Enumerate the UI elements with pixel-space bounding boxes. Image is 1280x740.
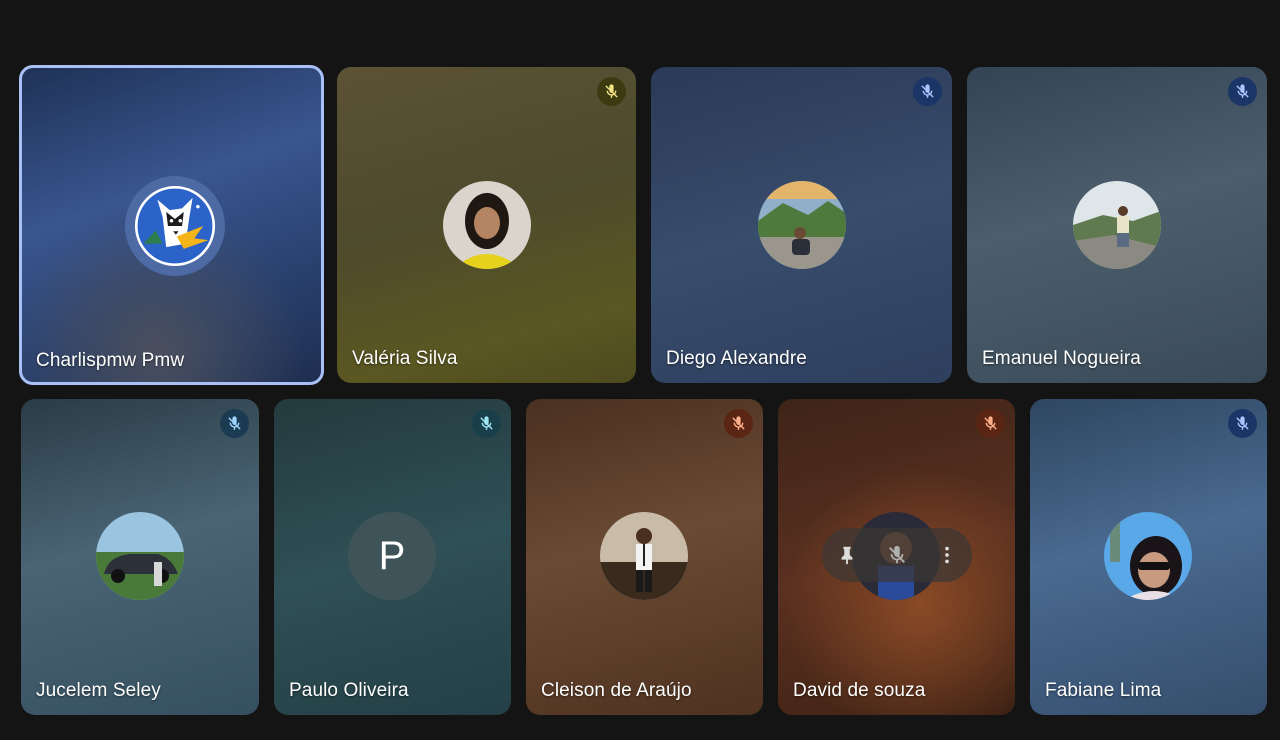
participant-name: Fabiane Lima bbox=[1045, 680, 1162, 701]
more-options-icon[interactable] bbox=[922, 528, 972, 582]
participant-name: David de souza bbox=[793, 680, 926, 701]
avatar-photo-car bbox=[96, 512, 184, 600]
participant-tile-valeria[interactable]: Valéria Silva bbox=[337, 67, 636, 383]
participant-tile-fabiane[interactable]: Fabiane Lima bbox=[1030, 399, 1267, 715]
avatar-letter: P bbox=[348, 512, 436, 600]
muted-mic-icon bbox=[1228, 77, 1257, 106]
pin-icon[interactable] bbox=[822, 528, 872, 582]
muted-mic-icon bbox=[597, 77, 626, 106]
muted-mic-icon bbox=[913, 77, 942, 106]
muted-mic-icon bbox=[1228, 409, 1257, 438]
participant-tile-diego[interactable]: Diego Alexandre bbox=[651, 67, 952, 383]
muted-mic-icon bbox=[724, 409, 753, 438]
participant-name: Valéria Silva bbox=[352, 348, 458, 369]
muted-mic-icon bbox=[976, 409, 1005, 438]
participant-name: Paulo Oliveira bbox=[289, 680, 409, 701]
avatar-photo-man-mountain bbox=[758, 181, 846, 269]
muted-mic-icon bbox=[220, 409, 249, 438]
participant-tile-jucelem[interactable]: Jucelem Seley bbox=[21, 399, 259, 715]
avatar-husky-logo-icon bbox=[125, 176, 225, 276]
muted-mic-icon bbox=[472, 409, 501, 438]
avatar-photo-man-cliff bbox=[1073, 181, 1161, 269]
participant-tile-david[interactable]: David de souza bbox=[778, 399, 1015, 715]
participant-name: Cleison de Araújo bbox=[541, 680, 692, 701]
participant-tile-emanuel[interactable]: Emanuel Nogueira bbox=[967, 67, 1267, 383]
avatar-photo-man-suit bbox=[600, 512, 688, 600]
participant-name: Diego Alexandre bbox=[666, 348, 807, 369]
participant-name: Emanuel Nogueira bbox=[982, 348, 1141, 369]
participant-name: Charlispmw Pmw bbox=[36, 350, 185, 371]
participant-tile-paulo[interactable]: P Paulo Oliveira bbox=[274, 399, 511, 715]
mute-other-icon[interactable] bbox=[872, 528, 922, 582]
participant-name: Jucelem Seley bbox=[36, 680, 161, 701]
avatar-photo-woman-sunglasses bbox=[1104, 512, 1192, 600]
participant-tile-charlispmw[interactable]: Charlispmw Pmw bbox=[19, 65, 324, 385]
participant-hover-controls bbox=[822, 528, 972, 582]
participant-tile-cleison[interactable]: Cleison de Araújo bbox=[526, 399, 763, 715]
meeting-grid: Charlispmw Pmw Valéria Silva Diego Alexa… bbox=[0, 0, 1280, 740]
avatar-photo-woman-yellow bbox=[443, 181, 531, 269]
